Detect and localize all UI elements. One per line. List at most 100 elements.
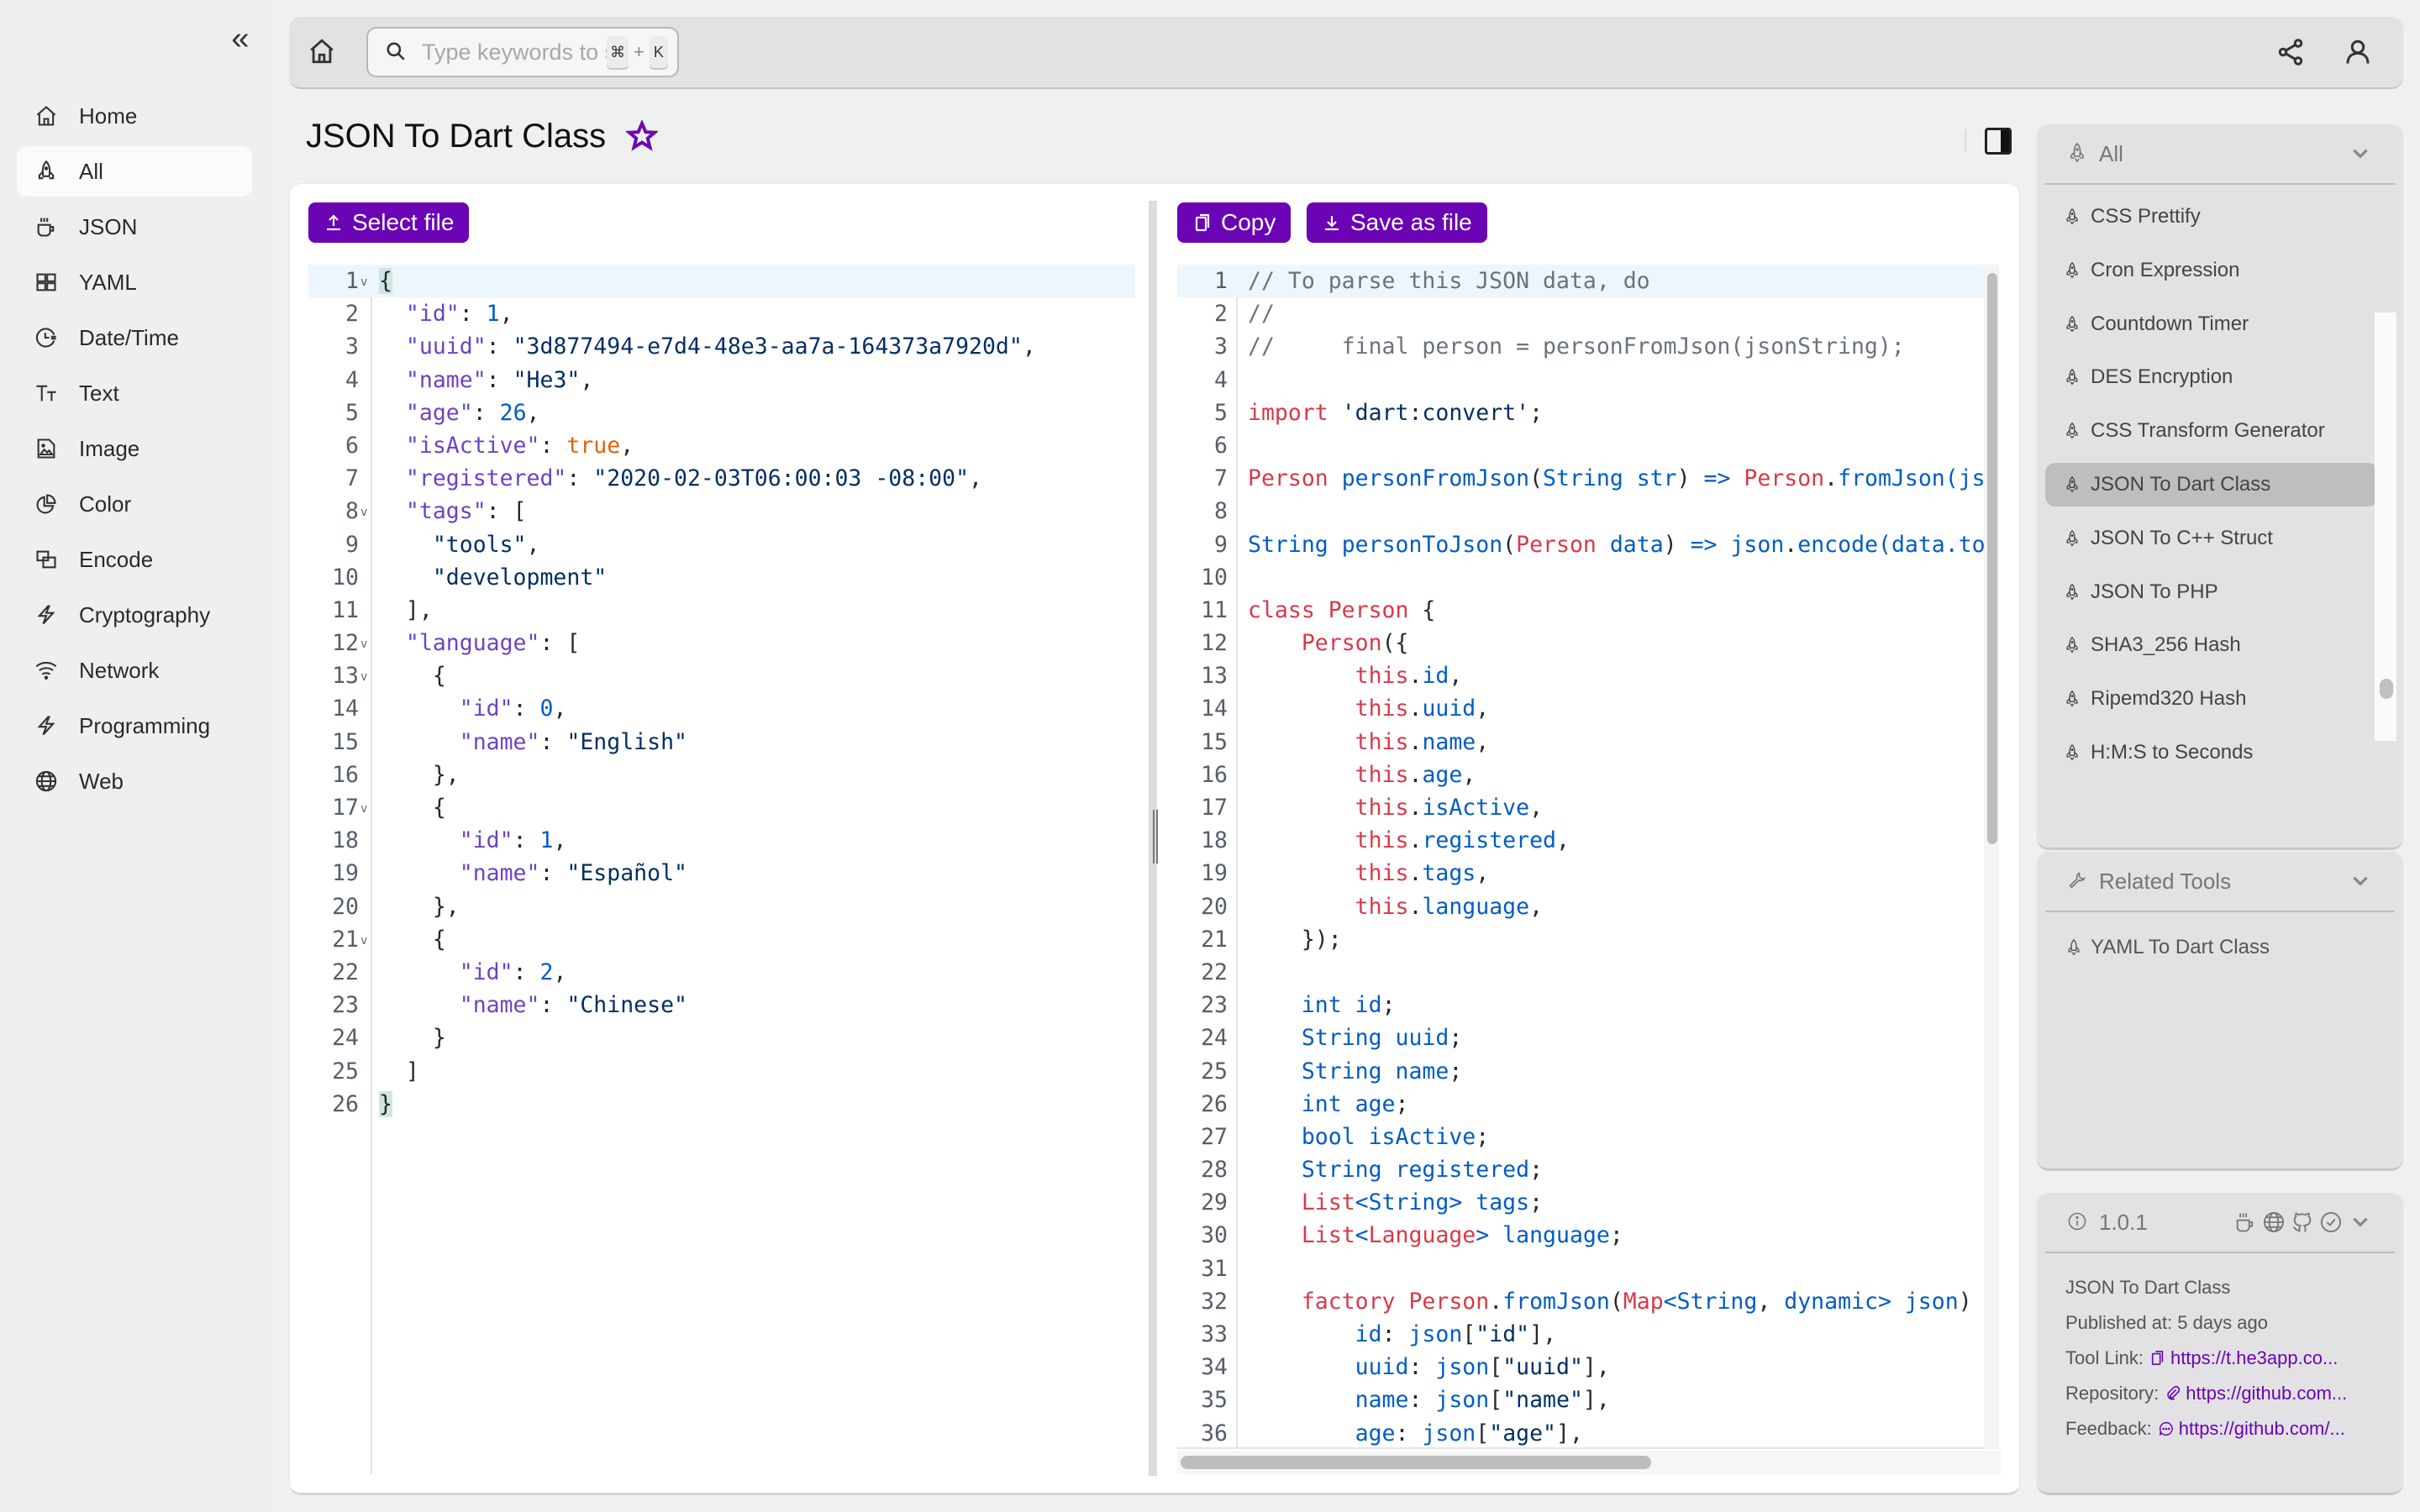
code-line: 21 }); [1177,923,1996,956]
sidebar-item-programming[interactable]: Programming [17,701,252,751]
tool-list-item[interactable]: Countdown Timer [2045,302,2378,346]
line-number: 33 [1201,1321,1228,1347]
line-number: 19 [332,860,359,887]
line-number: 9 [1214,531,1228,558]
tool-list-item[interactable]: Cron Expression [2045,249,2378,292]
code-text: Person({ [1248,627,1409,659]
output-horizontal-scrollbar[interactable] [1177,1451,2001,1474]
select-file-button[interactable]: Select file [308,202,470,243]
search-box[interactable]: ⌘ + K [366,27,679,77]
scrollbar-thumb[interactable] [1987,273,1997,844]
tool-list-item[interactable]: CSS Transform Generator [2045,409,2378,453]
tool-list-item[interactable]: JSON To Dart Class [2045,462,2378,507]
tool-link-row: Tool Link: https://t.he3app.co... [2065,1341,2347,1376]
sidebar-item-web[interactable]: Web [17,756,252,806]
tool-list-item[interactable]: CSS Prettify [2045,195,2378,239]
json-input-editor[interactable]: 1 v{2 "id": 1, 3 "uuid": "3d877494-e7d4-48… [308,265,1135,1474]
tool-list-item[interactable]: Ripemd320 Hash [2045,677,2378,721]
sidebar-item-image[interactable]: Image [17,423,252,474]
scrollbar-thumb[interactable] [2380,679,2393,699]
fold-chevron-icon[interactable]: v [360,661,367,694]
code-token: Language [1368,1222,1476,1249]
code-token: "3d877494-e7d4-48e3-aa7a-164373a7920d" [513,333,1023,360]
sidebar-item-home[interactable]: Home [17,91,252,141]
tools-panel-header[interactable]: All [2045,124,2395,185]
line-number: 34 [1201,1354,1228,1381]
tool-list-item[interactable]: JSON To C++ Struct [2045,517,2378,560]
user-button[interactable] [2343,37,2375,69]
code-line: 33 id: json["id"], [1177,1318,1996,1351]
page-title: JSON To Dart Class [306,118,660,155]
sidebar-item-cryptography[interactable]: Cryptography [17,590,252,640]
sidebar-item-color[interactable]: Color [17,479,252,529]
related-tool-item[interactable]: YAML To Dart Class [2065,936,2270,959]
tool-list-item[interactable]: DES Encryption [2045,355,2378,399]
tool-list-item[interactable]: SHA3_256 Hash [2045,623,2378,667]
check-circle-icon[interactable] [2319,1210,2343,1234]
feedback-link[interactable]: https://github.com/... [2159,1411,2345,1446]
chevron-down-icon[interactable] [2349,1210,2373,1234]
fold-chevron-icon[interactable]: v [360,496,367,529]
code-text: { [379,265,392,297]
code-token: ], [1556,1420,1583,1446]
line-number: 17 [332,795,359,821]
line-number: 35 [1201,1387,1228,1414]
code-token: int id [1301,992,1382,1019]
code-token: . [1408,663,1423,690]
code-token: , [1476,696,1490,722]
copy-button[interactable]: Copy [1177,202,1292,243]
tool-link[interactable]: https://t.he3app.co... [2150,1341,2338,1376]
splitter-grip[interactable] [1153,810,1158,864]
toggle-right-panel-button[interactable] [1985,128,2012,155]
sidebar-item-date-time[interactable]: Date/Time [17,312,252,363]
sidebar-item-network[interactable]: Network [17,645,252,696]
sidebar-item-text[interactable]: Text [17,368,252,418]
sidebar-item-all[interactable]: All [17,146,252,197]
sidebar-item-label: YAML [79,269,137,295]
output-vertical-scrollbar[interactable] [1984,265,1999,1449]
related-tools-header[interactable]: Related Tools [2045,852,2395,912]
scrollbar-thumb[interactable] [1181,1456,1651,1469]
tool-info-header[interactable]: 1.0.1 [2045,1193,2395,1253]
code-token: "He3" [513,366,581,393]
repository-link[interactable]: https://github.com... [2165,1376,2347,1411]
chevron-down-icon[interactable] [2349,142,2373,165]
code-token: , [553,696,567,722]
coffee-icon[interactable] [2233,1210,2257,1234]
tool-list-item[interactable]: JSON To PHP [2045,570,2378,614]
sidebar-item-yaml[interactable]: YAML [17,257,252,307]
code-token: json [1408,1321,1463,1347]
code-token: : [486,333,513,360]
fold-chevron-icon[interactable]: v [360,266,367,299]
favorite-button[interactable] [624,118,660,154]
code-line: 18 this.registered, [1177,824,1996,857]
fold-chevron-icon[interactable]: v [360,793,367,826]
github-icon[interactable] [2291,1210,2314,1234]
code-token: "id" [1476,1321,1530,1347]
save-as-file-button[interactable]: Save as file [1307,202,1487,243]
tool-list-item[interactable]: H:M:S to Seconds [2045,731,2378,774]
sidebar-item-encode[interactable]: Encode [17,534,252,585]
cup-icon [34,214,59,239]
fold-chevron-icon[interactable]: v [360,925,367,958]
code-token: Person [1516,531,1597,558]
line-number: 26 [1201,1090,1228,1117]
dart-output-editor[interactable]: 1 // To parse this JSON data, do 2 // 3 // fi… [1177,265,1997,1449]
tool-list-scrollbar[interactable] [2375,312,2396,741]
code-text: List<Language> language; [1248,1219,1623,1252]
collapse-sidebar-button[interactable]: « [224,22,257,55]
fold-chevron-icon[interactable]: v [360,628,367,661]
sidebar-item-json[interactable]: JSON [17,202,252,252]
chevron-down-icon[interactable] [2349,869,2373,893]
search-input[interactable] [422,39,607,66]
line-number: 3 [345,333,359,360]
line-number: 18 [1201,827,1228,854]
share-button[interactable] [2275,37,2307,69]
home-button[interactable] [308,37,339,69]
code-line: 22 "id": 2, [308,956,1135,989]
code-text: factory Person.fromJson(Map<String, dyna… [1248,1285,1996,1318]
globe-icon[interactable] [2262,1210,2286,1234]
code-token: fromJson(json.decode(str)); [1838,465,1997,492]
